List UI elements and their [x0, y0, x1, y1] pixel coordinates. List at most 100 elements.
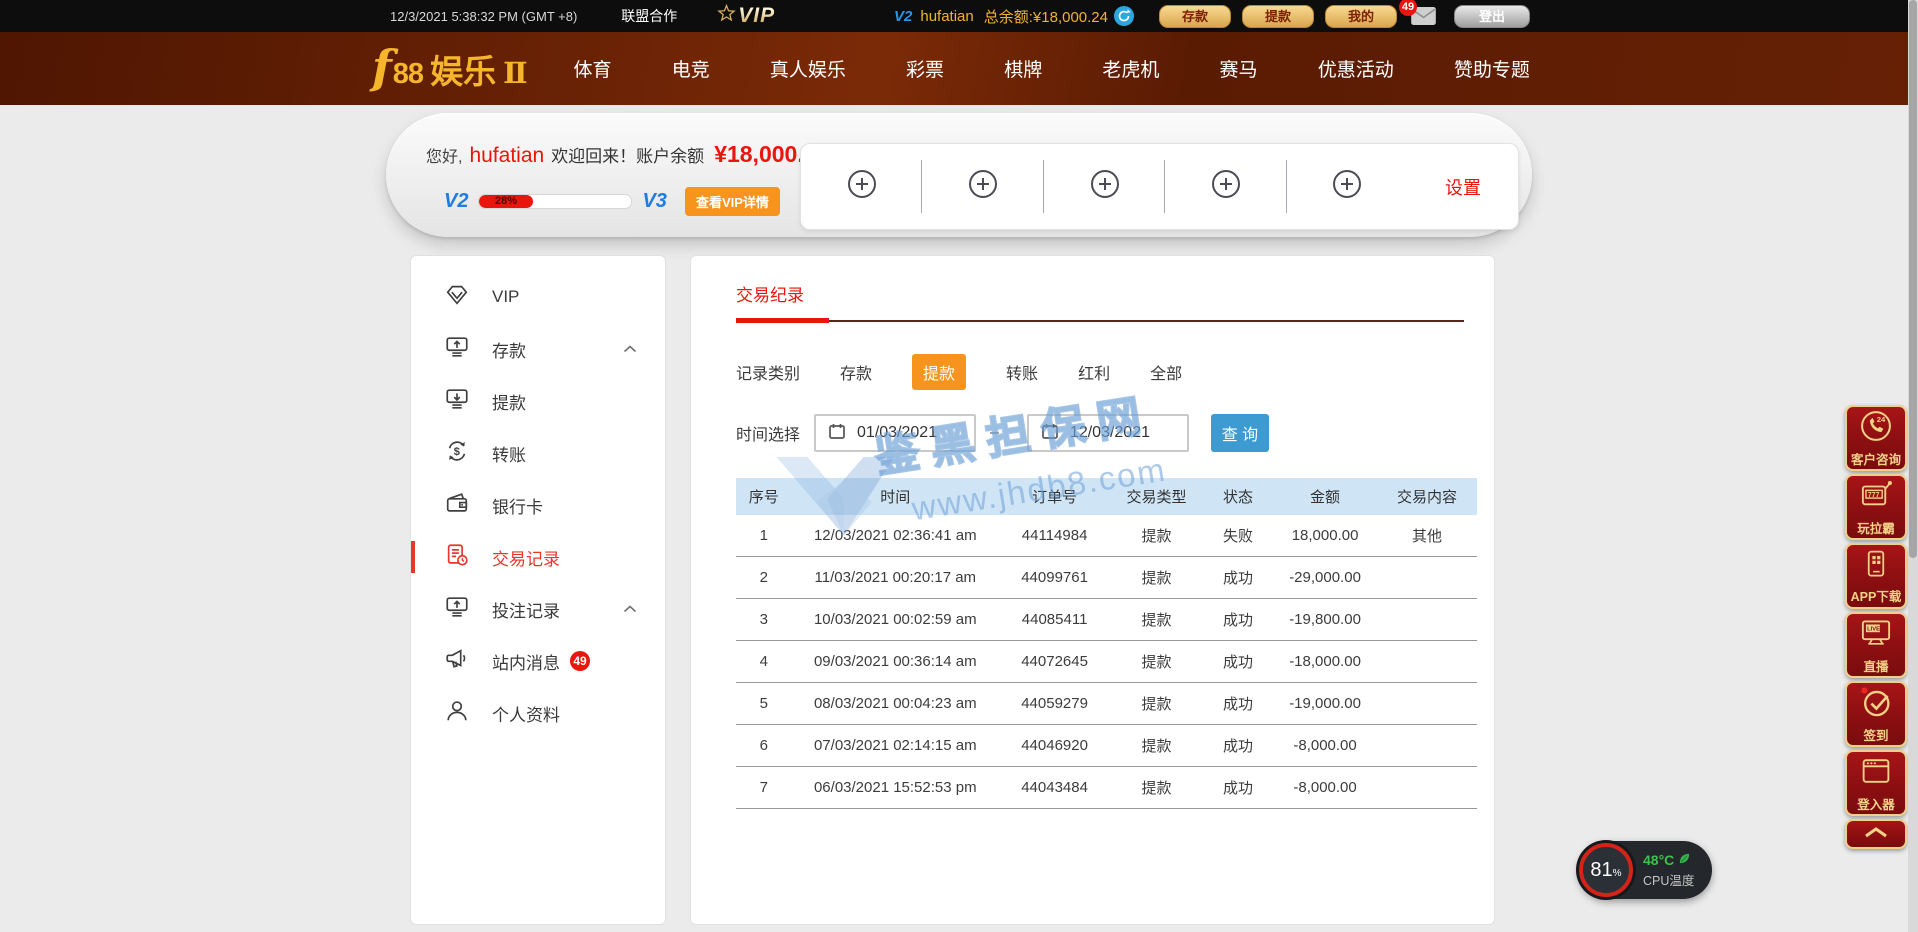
quick-add-slot[interactable] — [801, 144, 922, 229]
nav-item[interactable]: 彩票 — [906, 55, 944, 82]
active-indicator — [411, 541, 415, 573]
launcher-button[interactable]: 登入器 — [1845, 750, 1907, 816]
cell-order: 44043484 — [999, 767, 1110, 809]
cell-status: 成功 — [1203, 599, 1273, 641]
cpu-percent: 81 — [1590, 859, 1612, 881]
cell-order: 44046920 — [999, 725, 1110, 767]
svg-text:LIVE: LIVE — [1867, 626, 1880, 632]
sidebar-item-profile[interactable]: 个人资料 — [411, 687, 665, 739]
nav-item[interactable]: 赛马 — [1220, 55, 1258, 82]
deposit-button[interactable]: 存款 — [1159, 5, 1231, 28]
site-logo[interactable]: f88娱乐Ⅱ — [372, 44, 528, 93]
cell-status: 成功 — [1203, 683, 1273, 725]
cell-amount: -19,000.00 — [1273, 683, 1377, 725]
sidebar-item-deposit[interactable]: 存款 — [411, 323, 665, 375]
cell-type: 提款 — [1110, 683, 1203, 725]
sidebar-item-withdraw[interactable]: 提款 — [411, 375, 665, 427]
transfer-icon: $ — [444, 438, 470, 469]
live-button[interactable]: LIVE 直播 — [1845, 612, 1907, 678]
date-range-row: 时间选择 01/03/2021 – 12/03/2021 查 询 — [736, 414, 1464, 452]
customer-service-button[interactable]: 24 客户咨询 — [1845, 405, 1907, 471]
cell-order: 44099761 — [999, 557, 1110, 599]
nav-item[interactable]: 电竞 — [672, 55, 710, 82]
collapse-button[interactable] — [1845, 819, 1907, 849]
cell-type: 提款 — [1110, 767, 1203, 809]
sidebar-item-bet-record[interactable]: 投注记录 — [411, 583, 665, 635]
table-row: 4 09/03/2021 00:36:14 am 44072645 提款 成功 … — [736, 641, 1477, 683]
col-amount: 金额 — [1273, 478, 1377, 515]
table-row: 5 08/03/2021 00:04:23 am 44059279 提款 成功 … — [736, 683, 1477, 725]
nav-item[interactable]: 棋牌 — [1004, 55, 1042, 82]
cpu-monitor-widget: 81% 48°C CPU温度 — [1578, 841, 1712, 899]
nav-item[interactable]: 优惠活动 — [1318, 55, 1394, 82]
leaf-icon — [1678, 852, 1691, 868]
quick-add-slot[interactable] — [922, 144, 1043, 229]
sidebar-item-transfer[interactable]: $ 转账 — [411, 427, 665, 479]
nav-menu: 体育 电竞 真人娱乐 彩票 棋牌 老虎机 赛马 优惠活动 赞助专题 — [574, 55, 1530, 82]
message-count-badge: 49 — [570, 651, 590, 671]
scrollbar-thumb[interactable] — [1909, 0, 1917, 558]
cell-time: 10/03/2021 00:02:59 am — [792, 599, 999, 641]
bank-card-icon — [444, 490, 470, 521]
cell-type: 提款 — [1110, 725, 1203, 767]
cell-status: 成功 — [1203, 725, 1273, 767]
plus-circle-icon — [1089, 168, 1121, 205]
sidebar-item-transaction-record[interactable]: 交易记录 — [411, 531, 665, 583]
logout-button[interactable]: 登出 — [1454, 5, 1530, 28]
alliance-link[interactable]: 联盟合作 — [621, 6, 677, 26]
refresh-icon[interactable] — [1114, 6, 1134, 26]
cell-no: 7 — [736, 767, 792, 809]
scrollbar[interactable] — [1908, 0, 1918, 932]
nav-item[interactable]: 体育 — [574, 55, 612, 82]
col-no: 序号 — [736, 478, 792, 515]
filter-option[interactable]: 转账 — [1006, 360, 1038, 384]
vip-next-level: V3 — [642, 190, 666, 213]
check-in-button[interactable]: 签到 — [1845, 681, 1907, 747]
nav-item[interactable]: 真人娱乐 — [770, 55, 846, 82]
quick-add-slot[interactable] — [1044, 144, 1165, 229]
cell-time: 12/03/2021 02:36:41 am — [792, 515, 999, 557]
app-download-button[interactable]: APP下载 — [1845, 543, 1907, 609]
filter-option[interactable]: 红利 — [1078, 360, 1110, 384]
vip-detail-button[interactable]: 查看VIP详情 — [685, 187, 780, 216]
chevron-up-icon[interactable] — [623, 340, 637, 358]
slots-button[interactable]: 777 玩拉霸 — [1845, 474, 1907, 540]
sidebar-item-vip[interactable]: VIP — [411, 271, 665, 323]
withdraw-button[interactable]: 提款 — [1242, 5, 1314, 28]
mail-icon[interactable]: 49 — [1411, 7, 1436, 25]
floating-sidebar: 24 客户咨询 777 玩拉霸 APP下载 LIVE 直播 签到 登入器 — [1845, 405, 1907, 852]
nav-item[interactable]: 赞助专题 — [1454, 55, 1530, 82]
tab-underline — [736, 318, 1464, 324]
vip-progress-fill: 28% — [479, 195, 532, 208]
plus-circle-icon — [967, 168, 999, 205]
profile-icon — [444, 698, 470, 729]
date-to-input[interactable]: 12/03/2021 — [1027, 414, 1189, 452]
vip-level-badge: V2 — [894, 8, 912, 25]
cell-content — [1377, 725, 1477, 767]
filter-option[interactable]: 全部 — [1150, 360, 1182, 384]
transaction-record-icon — [444, 542, 470, 573]
cell-content — [1377, 767, 1477, 809]
quick-add-slot[interactable] — [1165, 144, 1286, 229]
vip-logo[interactable]: VIP — [717, 4, 775, 28]
quick-actions-card: 设置 — [800, 143, 1519, 230]
chevron-up-icon[interactable] — [623, 600, 637, 618]
nav-item[interactable]: 老虎机 — [1102, 55, 1159, 82]
quick-add-slot[interactable] — [1287, 144, 1408, 229]
vip-progress: V2 28% V3 查看VIP详情 — [444, 187, 780, 216]
query-button[interactable]: 查 询 — [1211, 414, 1269, 452]
tab-transaction-records[interactable]: 交易纪录 — [736, 281, 804, 306]
settings-button[interactable]: 设置 — [1408, 144, 1518, 229]
filter-option[interactable]: 提款 — [912, 354, 966, 390]
date-label: 时间选择 — [736, 421, 800, 445]
sidebar-item-messages[interactable]: 站内消息 49 — [411, 635, 665, 687]
filter-option[interactable]: 存款 — [840, 360, 872, 384]
date-from-input[interactable]: 01/03/2021 — [814, 414, 976, 452]
col-content: 交易内容 — [1377, 478, 1477, 515]
sidebar-item-bank-card[interactable]: 银行卡 — [411, 479, 665, 531]
username: hufatian — [920, 8, 973, 25]
cpu-label: CPU温度 — [1643, 870, 1694, 889]
mine-button[interactable]: 我的 — [1325, 5, 1397, 28]
cell-time: 09/03/2021 00:36:14 am — [792, 641, 999, 683]
table-row: 1 12/03/2021 02:36:41 am 44114984 提款 失败 … — [736, 515, 1477, 557]
